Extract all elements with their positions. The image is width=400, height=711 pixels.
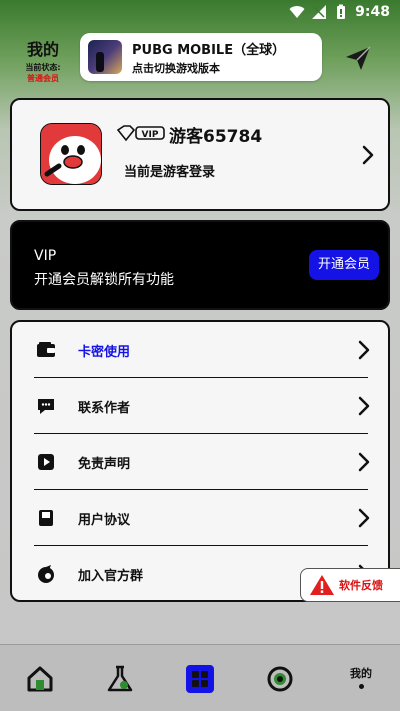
active-indicator-dot [358, 684, 364, 689]
wifi-icon [289, 6, 305, 18]
page-title: 我的 [26, 40, 59, 59]
wallet-icon [37, 342, 55, 357]
menu-item-label: 联系作者 [78, 401, 131, 416]
send-icon[interactable] [344, 44, 372, 72]
status-bar: 9:48 [0, 0, 400, 28]
chevron-right-icon [358, 508, 370, 528]
chevron-right-icon [362, 145, 374, 165]
nav-mine[interactable]: 我的 [344, 665, 378, 689]
chevron-right-icon [358, 452, 370, 472]
open-membership-button[interactable]: 开通会员 [309, 250, 379, 280]
vip-badge-icon: VIP [116, 125, 165, 142]
feedback-button[interactable]: 软件反馈 [300, 568, 400, 602]
menu-item-label: 卡密使用 [78, 345, 131, 360]
status-label: 当前状态: [25, 63, 61, 72]
feedback-label: 软件反馈 [339, 579, 383, 592]
play-doc-icon [38, 454, 54, 470]
bottom-nav: 我的 [0, 644, 400, 711]
username: 游客65784 [169, 127, 263, 147]
menu-item-user-agreement[interactable]: 用户协议 [12, 490, 388, 546]
vip-promo-card: VIP 开通会员解锁所有功能 开通会员 [10, 220, 390, 310]
avatar [40, 123, 102, 185]
battery-icon [337, 4, 346, 19]
status-time: 9:48 [355, 4, 390, 20]
menu-item-contact-author[interactable]: 联系作者 [12, 378, 388, 434]
game-thumbnail [88, 40, 122, 74]
game-selector[interactable]: PUBG MOBILE（全球） 点击切换游戏版本 [80, 33, 322, 81]
vip-promo-description: 开通会员解锁所有功能 [34, 272, 174, 288]
flask-icon[interactable] [106, 665, 134, 693]
vip-promo-title: VIP [34, 248, 57, 264]
header-title-block: 我的 当前状态: 普通会员 [20, 36, 66, 84]
home-icon[interactable] [26, 665, 54, 693]
chevron-right-icon [358, 340, 370, 360]
status-icons: 9:48 [289, 4, 390, 20]
vip-badge-text: VIP [142, 130, 159, 140]
menu-item-card-code[interactable]: 卡密使用 [12, 322, 388, 378]
avatar-mascot-icon [41, 124, 101, 184]
chevron-right-icon [358, 396, 370, 416]
apps-icon[interactable] [186, 665, 214, 693]
member-level: 普通会员 [27, 74, 59, 83]
warning-icon [310, 575, 334, 595]
menu-item-label: 加入官方群 [78, 569, 144, 584]
compass-icon[interactable] [266, 665, 294, 693]
group-icon [38, 565, 54, 583]
game-name: PUBG MOBILE（全球） [132, 42, 286, 58]
nav-mine-label: 我的 [350, 667, 372, 680]
game-switch-hint: 点击切换游戏版本 [132, 61, 220, 75]
menu-item-label: 用户协议 [78, 513, 131, 528]
profile-card[interactable]: VIP 游客65784 当前是游客登录 [10, 98, 390, 211]
book-icon [39, 510, 53, 526]
menu-list: 卡密使用 联系作者 免责声明 用户协议 加入官方群 [10, 320, 390, 602]
chat-icon [38, 399, 54, 414]
menu-item-label: 免责声明 [78, 457, 131, 472]
signal-icon [312, 5, 327, 19]
menu-item-disclaimer[interactable]: 免责声明 [12, 434, 388, 490]
login-status: 当前是游客登录 [124, 165, 216, 180]
